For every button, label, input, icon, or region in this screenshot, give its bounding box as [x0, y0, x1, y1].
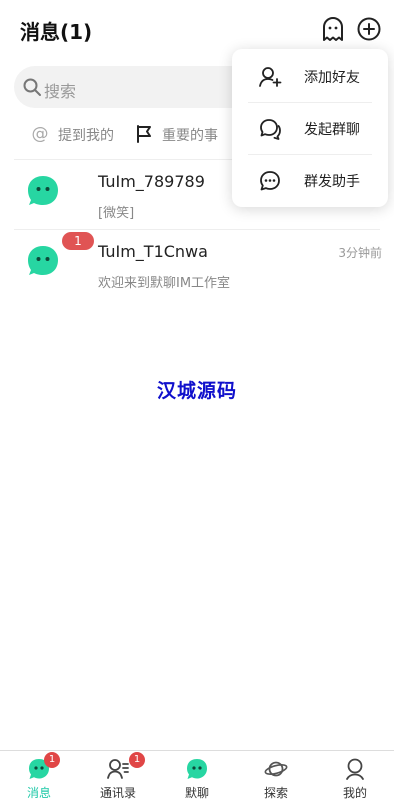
svg-text:@: @ — [32, 124, 49, 144]
tab-label: 消息 — [26, 786, 51, 800]
search-placeholder: 搜索 — [44, 82, 77, 101]
ghost-icon[interactable] — [320, 16, 346, 42]
bottom-tab-bar: 1 消息 1 通讯录 默聊 探索 我的 — [0, 750, 394, 801]
filter-label: 提到我的 — [58, 128, 114, 144]
page-title: 消息(1) — [20, 20, 93, 44]
unread-badge: 1 — [62, 232, 94, 250]
watermark-text: 汉城源码 — [156, 380, 237, 402]
conversation-time: 3分钟前 — [338, 246, 382, 260]
tab-badge: 1 — [44, 752, 60, 768]
planet-icon — [264, 761, 288, 777]
add-friend-icon — [259, 67, 282, 87]
tab-mochat[interactable]: 默聊 — [158, 751, 236, 801]
flag-icon — [137, 125, 151, 143]
group-chat-icon — [260, 119, 281, 140]
tab-label: 默聊 — [184, 786, 209, 800]
conversation-name: TuIm_789789 — [98, 172, 205, 191]
search-icon — [23, 78, 41, 96]
conversation-preview: 欢迎来到默聊IM工作室 — [98, 276, 231, 291]
broadcast-icon — [260, 171, 280, 191]
menu-item-add-friend[interactable]: 添加好友 — [232, 51, 388, 103]
add-menu: 添加好友 发起群聊 群发助手 — [232, 49, 388, 207]
menu-item-label: 添加好友 — [304, 70, 360, 86]
mochat-icon — [187, 759, 207, 779]
conversation-name: TuIm_T1Cnwa — [98, 242, 208, 261]
tab-messages[interactable]: 1 消息 — [0, 751, 78, 801]
menu-item-label: 发起群聊 — [304, 122, 360, 138]
conversation-item[interactable]: 1 TuIm_T1Cnwa 3分钟前 欢迎来到默聊IM工作室 — [0, 230, 394, 298]
filter-label: 重要的事 — [162, 128, 218, 144]
filter-important[interactable]: 重要的事 — [134, 124, 234, 146]
filter-mentions[interactable]: @ 提到我的 — [30, 124, 130, 146]
tab-badge: 1 — [129, 752, 145, 768]
tab-label: 我的 — [342, 786, 367, 800]
at-icon: @ — [32, 124, 49, 144]
tab-profile[interactable]: 我的 — [316, 751, 394, 801]
contacts-icon — [107, 759, 129, 779]
menu-item-broadcast[interactable]: 群发助手 — [232, 155, 388, 207]
menu-item-label: 群发助手 — [304, 174, 360, 190]
tab-explore[interactable]: 探索 — [237, 751, 315, 801]
avatar — [28, 246, 58, 275]
tab-label: 通讯录 — [99, 786, 136, 800]
tab-label: 探索 — [263, 786, 288, 800]
profile-icon — [346, 758, 364, 780]
conversation-preview: [微笑] — [98, 206, 135, 221]
avatar — [28, 176, 58, 205]
menu-item-group-chat[interactable]: 发起群聊 — [232, 103, 388, 155]
add-circle-icon[interactable] — [356, 16, 382, 42]
tab-contacts[interactable]: 1 通讯录 — [79, 751, 157, 801]
